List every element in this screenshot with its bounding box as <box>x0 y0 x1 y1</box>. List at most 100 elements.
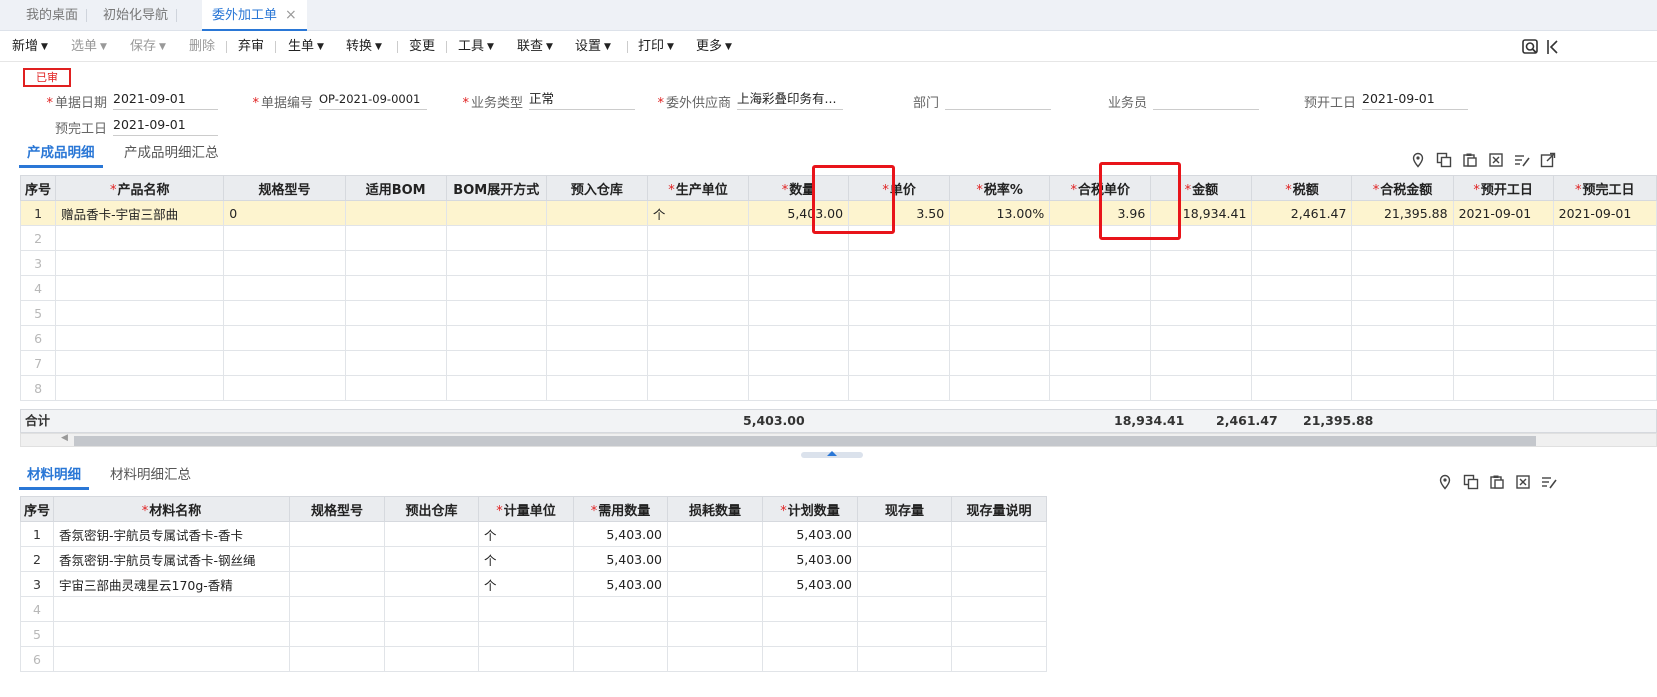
col-plan-start[interactable]: *预开工日 <box>1452 175 1554 201</box>
grid-cell[interactable]: 2021-09-01 <box>1452 200 1554 226</box>
grid-cell[interactable] <box>445 375 547 401</box>
grid-cell[interactable] <box>1351 275 1454 301</box>
grid-cell[interactable] <box>445 350 547 376</box>
grid-cell[interactable] <box>55 225 225 251</box>
grid-cell[interactable] <box>646 325 750 351</box>
grid-cell[interactable] <box>53 646 290 672</box>
col-in-warehouse[interactable]: 预入仓库 <box>545 175 648 201</box>
grid-cell[interactable] <box>1049 350 1152 376</box>
grid-cell[interactable] <box>949 225 1051 251</box>
grid-cell[interactable]: 13.00% <box>949 200 1051 226</box>
table-row[interactable]: 6 <box>20 646 1047 672</box>
col-tax-incl-amount[interactable]: *合税金额 <box>1351 175 1454 201</box>
grid-cell[interactable] <box>289 521 385 547</box>
grid-cell[interactable] <box>344 325 447 351</box>
grid-cell[interactable] <box>951 646 1047 672</box>
grid-cell[interactable] <box>1251 275 1353 301</box>
grid-cell[interactable] <box>384 596 479 622</box>
grid-cell[interactable] <box>848 325 951 351</box>
grid-cell[interactable] <box>762 646 858 672</box>
grid-cell[interactable]: 2,461.47 <box>1251 200 1353 226</box>
settings-button[interactable]: 设置 ▼ <box>575 31 611 62</box>
grid-cell[interactable] <box>445 225 547 251</box>
grid-cell[interactable] <box>747 300 850 326</box>
grid-cell[interactable] <box>1552 325 1657 351</box>
col-required-qty[interactable]: *需用数量 <box>573 496 668 522</box>
print-button[interactable]: 打印 ▼ <box>638 31 674 62</box>
location-icon[interactable] <box>1437 474 1453 490</box>
tab-outsourcing-order[interactable]: 委外加工单 × <box>202 0 307 31</box>
grid-cell[interactable]: 5,403.00 <box>762 546 858 572</box>
new-button[interactable]: 新增 ▼ <box>12 31 48 62</box>
department-field[interactable]: 部门 <box>913 88 1051 111</box>
col-unit[interactable]: *计量单位 <box>478 496 574 522</box>
table-row[interactable]: 2 香氛密钥-宇航员专属试香卡-钢丝绳个 5,403.00 5,403.00 <box>20 546 1047 572</box>
grid-cell[interactable] <box>1251 225 1353 251</box>
col-bom-expand[interactable]: BOM展开方式 <box>445 175 547 201</box>
table-row[interactable]: 5 <box>20 621 1047 647</box>
grid-cell[interactable] <box>55 250 225 276</box>
grid-cell[interactable] <box>857 571 952 597</box>
grid-cell[interactable] <box>1351 225 1454 251</box>
grid-cell[interactable] <box>1351 350 1454 376</box>
grid-cell[interactable] <box>1150 325 1253 351</box>
grid-cell[interactable] <box>53 621 290 647</box>
scrollbar-thumb[interactable] <box>74 436 1536 446</box>
grid-cell[interactable] <box>545 350 648 376</box>
delete-row-icon[interactable] <box>1515 474 1531 490</box>
grid-cell[interactable] <box>573 646 668 672</box>
doc-number-field[interactable]: * 单据编号 OP-2021-09-0001 <box>252 88 427 111</box>
col-seq[interactable]: 序号 <box>20 496 54 522</box>
grid-cell[interactable]: 赠品香卡-宇宙三部曲 <box>55 200 225 226</box>
grid-cell[interactable] <box>478 621 574 647</box>
grid-cell[interactable] <box>1049 275 1152 301</box>
grid-cell[interactable] <box>848 300 951 326</box>
grid-cell[interactable]: 5,403.00 <box>762 571 858 597</box>
grid-cell[interactable] <box>1452 350 1554 376</box>
batch-edit-icon[interactable] <box>1541 474 1557 490</box>
grid-cell[interactable] <box>445 325 547 351</box>
tab-product-summary[interactable]: 产成品明细汇总 <box>124 142 219 168</box>
tab-material-summary[interactable]: 材料明细汇总 <box>110 464 191 490</box>
delete-row-icon[interactable] <box>1488 152 1504 168</box>
grid-cell[interactable] <box>55 325 225 351</box>
grid-cell[interactable] <box>949 300 1051 326</box>
grid-cell[interactable] <box>445 250 547 276</box>
grid-cell[interactable] <box>1351 375 1454 401</box>
salesman-field[interactable]: 业务员 <box>1108 88 1259 111</box>
grid-cell[interactable] <box>646 225 750 251</box>
grid-cell[interactable] <box>1552 225 1657 251</box>
grid-cell[interactable] <box>1049 375 1152 401</box>
grid-cell[interactable]: 香氛密钥-宇航员专属试香卡-香卡 <box>53 521 290 547</box>
grid-cell[interactable] <box>646 275 750 301</box>
grid-cell[interactable] <box>1251 350 1353 376</box>
col-product-name[interactable]: *产品名称 <box>55 175 225 201</box>
col-material-name[interactable]: *材料名称 <box>53 496 290 522</box>
grid-cell[interactable] <box>747 250 850 276</box>
grid-cell[interactable] <box>1251 375 1353 401</box>
plan-start-field[interactable]: 预开工日 2021-09-01 <box>1304 88 1468 111</box>
grid-cell[interactable] <box>667 621 763 647</box>
grid-cell[interactable] <box>951 521 1047 547</box>
col-out-warehouse[interactable]: 预出仓库 <box>384 496 479 522</box>
grid-cell[interactable] <box>949 275 1051 301</box>
grid-cell[interactable] <box>384 521 479 547</box>
grid-cell[interactable] <box>1251 250 1353 276</box>
close-icon[interactable]: × <box>285 7 297 23</box>
grid-cell[interactable] <box>545 375 648 401</box>
grid-cell[interactable] <box>344 350 447 376</box>
grid-cell[interactable] <box>445 200 547 226</box>
grid-cell[interactable] <box>667 521 763 547</box>
col-bom[interactable]: 适用BOM <box>344 175 447 201</box>
table-row[interactable]: 1 香氛密钥-宇航员专属试香卡-香卡个 5,403.00 5,403.00 <box>20 521 1047 547</box>
business-type-select[interactable]: * 业务类型 正常 <box>462 88 635 111</box>
select-button[interactable]: 选单 ▼ <box>71 31 107 62</box>
unapprove-button[interactable]: 弃审 <box>238 31 264 62</box>
batch-edit-icon[interactable] <box>1514 152 1530 168</box>
grid-cell[interactable] <box>384 621 479 647</box>
grid-cell[interactable] <box>223 300 346 326</box>
grid-cell[interactable] <box>1552 350 1657 376</box>
grid-cell[interactable] <box>545 225 648 251</box>
grid-cell[interactable] <box>949 375 1051 401</box>
grid-cell[interactable] <box>223 275 346 301</box>
